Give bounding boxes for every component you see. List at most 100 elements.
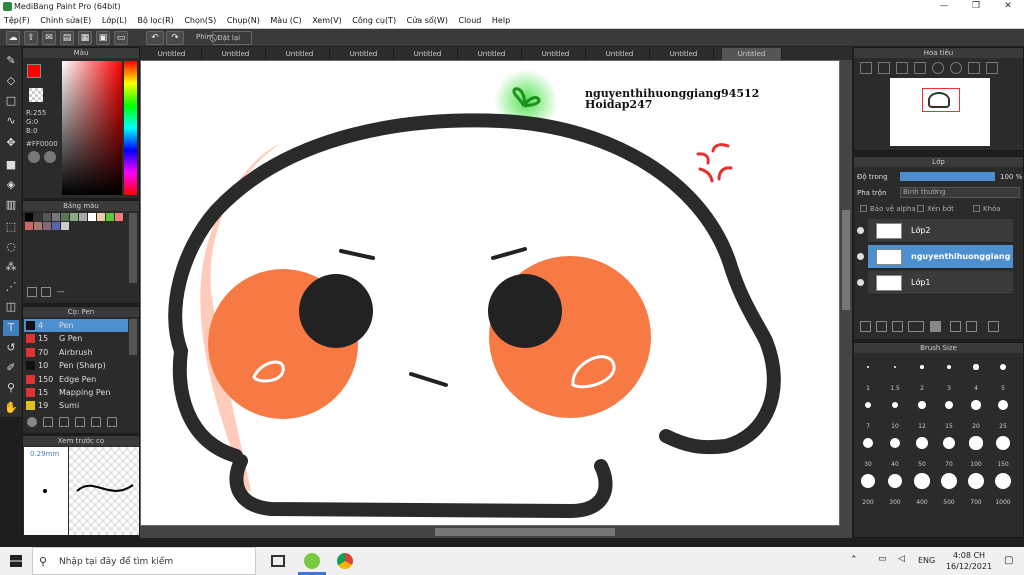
merge-down-icon[interactable]: [966, 321, 977, 332]
layers-icon[interactable]: ▤: [60, 31, 74, 45]
horizontal-scroll-thumb[interactable]: [435, 528, 615, 536]
tab-untitled[interactable]: Untitled: [334, 48, 394, 60]
actual-size-icon[interactable]: [914, 62, 926, 74]
fill-rect-icon[interactable]: ■: [3, 157, 19, 173]
chrome-icon[interactable]: [337, 553, 353, 569]
blend-select[interactable]: Bình thường: [900, 187, 1020, 198]
palette-swatch[interactable]: [79, 213, 87, 221]
select-rect-icon[interactable]: ⬚: [3, 219, 19, 235]
brush-size-option[interactable]: 15: [937, 393, 961, 430]
operation-icon[interactable]: ↺: [3, 340, 19, 356]
brush-item[interactable]: 70 Airbrush: [24, 346, 128, 359]
brush-size-option[interactable]: 1: [856, 355, 880, 392]
palette-swatch[interactable]: [115, 213, 123, 221]
brush-item[interactable]: 15 G Pen: [24, 332, 128, 345]
cloud-icon[interactable]: ☁: [6, 31, 20, 45]
visibility-icon[interactable]: [857, 227, 864, 234]
menu-file[interactable]: Tệp(F): [0, 14, 34, 25]
navigator-thumbnail[interactable]: [890, 78, 990, 146]
vertical-scroll-thumb[interactable]: [842, 210, 850, 310]
brush-size-option[interactable]: 10: [883, 393, 907, 430]
menu-window[interactable]: Cửa sổ(W): [403, 14, 452, 25]
brush-item[interactable]: 10 Pen (Sharp): [24, 359, 128, 372]
brush-size-option[interactable]: 3: [937, 355, 961, 392]
network-icon[interactable]: ▭: [878, 554, 887, 564]
folder-icon[interactable]: [930, 321, 941, 332]
transparent-swatch[interactable]: [29, 88, 43, 102]
foreground-swatch[interactable]: [27, 64, 41, 78]
fit-icon[interactable]: [896, 62, 908, 74]
palette-swatch[interactable]: [88, 213, 96, 221]
opacity-slider[interactable]: [900, 172, 995, 181]
reset-button[interactable]: ⃠ Đặt lại: [212, 31, 252, 45]
brush-scrollbar[interactable]: [129, 319, 137, 355]
palette-swatch[interactable]: [25, 222, 33, 230]
hand-icon[interactable]: ✋: [3, 400, 19, 416]
lasso-icon[interactable]: ◌: [3, 239, 19, 255]
tab-untitled[interactable]: Untitled: [142, 48, 202, 60]
brush-size-option[interactable]: 500: [937, 469, 961, 506]
eyedropper-icon[interactable]: ⚲: [3, 380, 19, 396]
taskbar-search[interactable]: ⚲ Nhập tại đây để tìm kiếm: [32, 547, 256, 575]
menu-cloud[interactable]: Cloud: [455, 14, 486, 25]
brush-size-option[interactable]: 12: [910, 393, 934, 430]
undo-icon[interactable]: ↶: [146, 31, 164, 45]
maximize-button[interactable]: ❐: [962, 1, 990, 13]
redo-icon[interactable]: ↷: [166, 31, 184, 45]
eraser-icon[interactable]: ◇: [3, 73, 19, 89]
minimize-button[interactable]: —: [930, 1, 958, 13]
select-eraser-icon[interactable]: ◫: [3, 299, 19, 315]
delete-layer-icon[interactable]: [988, 321, 999, 332]
protect-alpha-checkbox[interactable]: [860, 205, 867, 212]
palette-more[interactable]: ---: [57, 288, 65, 296]
menu-filter[interactable]: Bộ lọc(R): [134, 14, 178, 25]
volume-icon[interactable]: ◁: [898, 554, 905, 564]
new-mono-layer-icon[interactable]: [892, 321, 903, 332]
text-icon[interactable]: T: [3, 320, 19, 336]
menu-layer[interactable]: Lớp(L): [98, 14, 131, 25]
taskbar-app-icon[interactable]: [304, 553, 320, 569]
copy-brush-icon[interactable]: [75, 417, 85, 427]
layer-item[interactable]: Lớp1: [868, 271, 1013, 295]
visibility-icon[interactable]: [857, 279, 864, 286]
color-mix-icon[interactable]: [44, 151, 56, 163]
brush-settings-icon[interactable]: [59, 417, 69, 427]
menu-help[interactable]: Help: [488, 14, 514, 25]
comment-icon[interactable]: ✉: [42, 31, 56, 45]
grid-icon[interactable]: ▦: [78, 31, 92, 45]
panel-icon[interactable]: ▣: [96, 31, 110, 45]
layer-item-selected[interactable]: nguyenthihuonggiang: [868, 245, 1013, 269]
divide-icon[interactable]: ✐: [3, 360, 19, 376]
visibility-icon[interactable]: [857, 253, 864, 260]
vertical-scrollbar[interactable]: [840, 60, 852, 538]
palette-swatch[interactable]: [97, 213, 105, 221]
tab-untitled-active[interactable]: Untitled: [722, 48, 782, 60]
tab-untitled[interactable]: Untitled: [590, 48, 650, 60]
palette-swatch[interactable]: [52, 213, 60, 221]
chevron-up-icon[interactable]: ⌃: [850, 555, 858, 565]
brush-size-option[interactable]: 70: [937, 431, 961, 468]
brush-size-option[interactable]: 25: [991, 393, 1015, 430]
saturation-value-picker[interactable]: [62, 61, 122, 195]
add-layer-menu-icon[interactable]: [908, 321, 924, 332]
magic-wand-icon[interactable]: ⁂: [3, 259, 19, 275]
rectangle-icon[interactable]: □: [3, 93, 19, 109]
palette-swatch[interactable]: [61, 213, 69, 221]
language-indicator[interactable]: ENG: [918, 556, 935, 565]
color-wheel-icon[interactable]: [28, 151, 40, 163]
clipping-checkbox[interactable]: [917, 205, 924, 212]
lock-checkbox[interactable]: [973, 205, 980, 212]
menu-select[interactable]: Chọn(S): [180, 14, 220, 25]
brush-size-option[interactable]: 150: [991, 431, 1015, 468]
brush-icon[interactable]: ✎: [3, 53, 19, 69]
palette-swatch[interactable]: [52, 222, 60, 230]
brush-size-option[interactable]: 7: [856, 393, 880, 430]
brush-size-option[interactable]: 1.5: [883, 355, 907, 392]
task-view-icon[interactable]: [271, 555, 285, 567]
duplicate-icon[interactable]: [107, 417, 117, 427]
brush-size-option[interactable]: 50: [910, 431, 934, 468]
notification-icon[interactable]: ▢: [1004, 555, 1013, 566]
brush-size-option[interactable]: 5: [991, 355, 1015, 392]
palette-swatch[interactable]: [34, 222, 42, 230]
tab-untitled[interactable]: Untitled: [654, 48, 714, 60]
